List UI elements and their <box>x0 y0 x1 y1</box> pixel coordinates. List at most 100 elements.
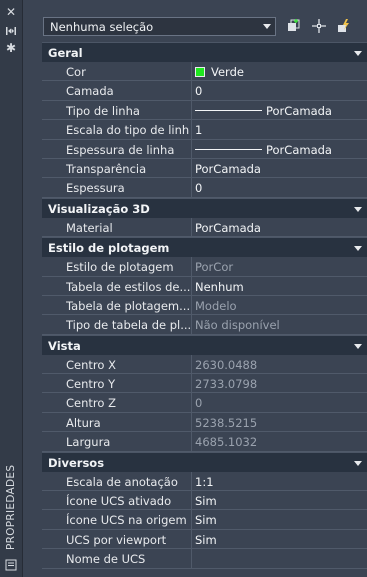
section-header[interactable]: Estilo de plotagem <box>42 237 367 258</box>
quick-select-icon <box>338 19 349 32</box>
collapse-icon[interactable] <box>354 343 362 349</box>
property-row[interactable]: Transparência PorCamada <box>42 158 367 179</box>
property-row[interactable]: Tipo de tabela de pl... Não disponível <box>42 315 367 335</box>
section-title: Visualização 3D <box>48 201 150 216</box>
property-value: 5238.5215 <box>195 415 258 430</box>
linetype-preview <box>195 109 262 111</box>
property-label: Tipo de linha <box>66 103 140 118</box>
property-row[interactable]: Escala do tipo de linha 1 <box>42 120 367 140</box>
property-label: Tabela de estilos de... <box>66 279 190 294</box>
property-value[interactable]: 0 <box>195 84 202 98</box>
property-value[interactable]: PorCamada <box>266 143 332 157</box>
property-value: Modelo <box>195 298 237 313</box>
section-title: Diversos <box>48 455 105 470</box>
property-row[interactable]: Escala de anotação 1:1 <box>42 471 367 492</box>
column-divider <box>191 529 192 549</box>
property-grid: Geral Cor Verde Camada 0 Tipo de linha PorCama… <box>42 42 367 569</box>
property-value[interactable]: PorCamada <box>195 221 261 235</box>
auto-hide-icon[interactable] <box>5 25 17 37</box>
section-title: Geral <box>48 46 83 60</box>
property-value[interactable]: Sim <box>195 494 217 508</box>
column-divider <box>191 158 192 178</box>
palette-menu-icon[interactable] <box>5 559 17 571</box>
property-label: Cor <box>66 65 86 79</box>
property-label: Espessura de linha <box>66 142 175 157</box>
property-row[interactable]: Camada 0 <box>42 81 367 101</box>
column-divider <box>191 217 192 237</box>
property-row[interactable]: Nome de UCS <box>42 549 367 569</box>
collapse-icon[interactable] <box>354 246 362 252</box>
selection-dropdown[interactable]: Nenhuma seleção <box>43 17 276 36</box>
color-swatch <box>195 67 205 77</box>
property-row[interactable]: Material PorCamada <box>42 217 367 238</box>
section-title: Vista <box>48 338 81 353</box>
property-value[interactable]: Sim <box>195 513 217 527</box>
property-row[interactable]: Estilo de plotagem PorCor <box>42 257 367 277</box>
collapse-icon[interactable] <box>354 51 362 56</box>
property-label: Altura <box>66 415 101 430</box>
toggle-pickadd-button[interactable] <box>286 18 302 34</box>
properties-icon[interactable]: ✱ <box>5 42 17 54</box>
palette-title: PROPRIEDADES <box>5 464 17 550</box>
property-label: Camada <box>66 84 114 99</box>
property-row[interactable]: Cor Verde <box>42 62 367 82</box>
property-row[interactable]: Ícone UCS na origem Sim <box>42 510 367 530</box>
toolbar: Nenhuma seleção <box>22 0 367 42</box>
property-row[interactable]: Largura 4685.1032 <box>42 432 367 452</box>
select-objects-icon <box>312 19 326 33</box>
property-label: Centro Y <box>66 377 116 392</box>
property-label: Transparência <box>66 161 147 176</box>
property-value: 0 <box>195 396 203 411</box>
selection-value: Nenhuma seleção <box>50 20 154 34</box>
property-value[interactable]: Nenhum <box>195 280 244 294</box>
collapse-icon[interactable] <box>354 206 362 212</box>
property-label: Escala do tipo de linha <box>66 123 190 138</box>
column-divider <box>191 354 192 374</box>
property-value: 2733.0798 <box>195 377 258 392</box>
collapse-icon[interactable] <box>354 460 362 466</box>
property-value[interactable]: 1 <box>195 123 202 137</box>
close-icon[interactable]: ✕ <box>5 6 17 18</box>
section-header[interactable]: Visualização 3D <box>42 197 367 218</box>
property-value[interactable]: PorCamada <box>266 104 332 118</box>
color-name: Verde <box>211 65 244 79</box>
property-row[interactable]: Altura 5238.5215 <box>42 412 367 433</box>
property-value[interactable]: 0 <box>195 181 202 195</box>
pickadd-icon <box>288 19 300 31</box>
property-value[interactable]: Verde <box>195 65 244 79</box>
property-value[interactable]: Sim <box>195 533 217 547</box>
property-value: 4685.1032 <box>195 435 258 450</box>
section-header[interactable]: Diversos <box>42 451 367 472</box>
property-label: Tipo de tabela de pl... <box>66 318 190 333</box>
property-row[interactable]: Espessura de linha PorCamada <box>42 139 367 159</box>
property-label: Centro X <box>66 357 116 372</box>
column-divider <box>191 178 192 197</box>
select-objects-button[interactable] <box>311 18 327 34</box>
section-header[interactable]: Geral <box>42 42 367 62</box>
property-value: Não disponível <box>195 318 280 333</box>
section-header[interactable]: Vista <box>42 334 367 355</box>
properties-panel: Nenhuma seleção Geral Cor Verde Camada 0 Tipo… <box>22 0 367 577</box>
property-row[interactable]: Tabela de estilos de... Nenhum <box>42 276 367 296</box>
column-divider <box>191 491 192 510</box>
property-row[interactable]: Tipo de linha PorCamada <box>42 100 367 121</box>
column-divider <box>191 412 192 432</box>
property-label: Ícone UCS ativado <box>66 494 172 509</box>
quick-select-button[interactable] <box>336 18 352 34</box>
property-row[interactable]: UCS por viewport Sim <box>42 529 367 550</box>
property-value: 2630.0488 <box>195 357 258 372</box>
property-row[interactable]: Centro X 2630.0488 <box>42 354 367 375</box>
property-row[interactable]: Tabela de plotagem... Modelo <box>42 295 367 316</box>
column-divider <box>191 471 192 491</box>
property-row[interactable]: Espessura 0 <box>42 178 367 198</box>
column-divider <box>191 374 192 393</box>
property-value[interactable]: 1:1 <box>195 475 214 489</box>
property-row[interactable]: Centro Z 0 <box>42 393 367 413</box>
property-row[interactable]: Centro Y 2733.0798 <box>42 374 367 394</box>
palette-title-strip: ✕ ✱ PROPRIEDADES <box>0 0 23 577</box>
property-row[interactable]: Ícone UCS ativado Sim <box>42 491 367 511</box>
property-label: Nome de UCS <box>66 552 146 567</box>
property-value[interactable]: PorCamada <box>195 162 261 176</box>
column-divider <box>191 257 192 276</box>
column-divider <box>191 315 192 334</box>
